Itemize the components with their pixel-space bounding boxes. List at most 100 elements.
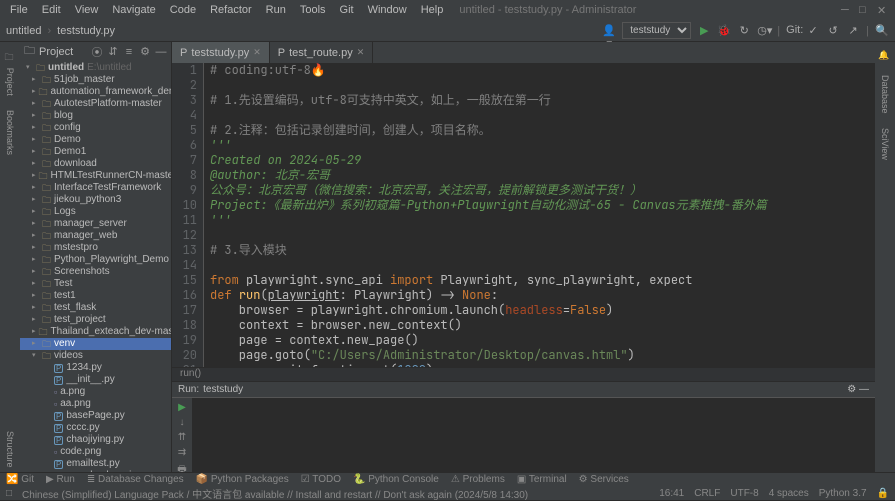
status-lock-icon[interactable]: 🔒 — [877, 488, 889, 499]
tree-item[interactable]: ▸🗀config — [20, 122, 171, 134]
expand-all-icon[interactable]: ⇵ — [107, 45, 119, 58]
tree-item[interactable]: ▸🗀automation_framework_demo — [20, 86, 171, 98]
menu-git[interactable]: Git — [334, 2, 360, 18]
status-python[interactable]: Python 3.7 — [819, 488, 867, 499]
tree-item[interactable]: ▸🗀mstestpro — [20, 242, 171, 254]
tool-structure-tab[interactable]: Structure — [5, 427, 15, 472]
close-icon[interactable]: ✕ — [357, 47, 365, 58]
stop-icon[interactable]: ↓ — [175, 417, 189, 428]
tree-item[interactable]: ▸🗀test1 — [20, 290, 171, 302]
tree-item[interactable]: ▸🗀Test — [20, 278, 171, 290]
tree-item[interactable]: ▸🗀test_project — [20, 314, 171, 326]
tree-item[interactable]: ▸🗀Demo — [20, 134, 171, 146]
git-update-icon[interactable]: ✓ — [806, 24, 820, 38]
tree-file[interactable]: P cccc.py — [20, 422, 171, 434]
collapse-all-icon[interactable]: ≡ — [123, 46, 135, 58]
window-maximize[interactable]: □ — [859, 4, 871, 16]
bottom-problems[interactable]: ⚠ Problems — [451, 474, 505, 485]
git-commit-icon[interactable]: ↺ — [826, 24, 840, 38]
menu-navigate[interactable]: Navigate — [106, 2, 161, 18]
breadcrumb-project[interactable]: untitled — [6, 25, 41, 37]
tree-item[interactable]: ▸🗀Demo1 — [20, 146, 171, 158]
tree-file[interactable]: P __init__.py — [20, 374, 171, 386]
tree-item[interactable]: ▸🗀jiekou_python3 — [20, 194, 171, 206]
tree-root[interactable]: ▾🗀untitled E:\untitled — [20, 62, 171, 74]
bottom-terminal[interactable]: ▣ Terminal — [517, 474, 567, 485]
tree-item[interactable]: ▸🗀AutotestPlatform-master — [20, 98, 171, 110]
tree-item[interactable]: ▸🗀HTMLTestRunnerCN-master — [20, 170, 171, 182]
menu-window[interactable]: Window — [362, 2, 413, 18]
menu-run[interactable]: Run — [260, 2, 292, 18]
profile-icon[interactable]: ◷▾ — [757, 24, 771, 38]
window-close[interactable]: ✕ — [877, 4, 889, 16]
run-panel-gear-icon[interactable]: ⚙ — — [847, 384, 869, 395]
menu-edit[interactable]: Edit — [36, 2, 67, 18]
run-panel-config[interactable]: teststudy — [203, 384, 243, 395]
tree-item[interactable]: ▸🗀download — [20, 158, 171, 170]
menu-view[interactable]: View — [69, 2, 105, 18]
tree-item[interactable]: ▸🗀51job_master — [20, 74, 171, 86]
sciview-tab[interactable]: SciView — [880, 124, 890, 164]
editor-gutter[interactable]: 12345678910111213141516171819202122 — [172, 63, 204, 367]
run-icon[interactable]: ▶ — [697, 24, 711, 38]
git-push-icon[interactable]: ↗ — [846, 24, 860, 38]
tree-item[interactable]: ▸🗀Logs — [20, 206, 171, 218]
editor-tab[interactable]: Pteststudy.py✕ — [172, 42, 270, 63]
status-line-sep[interactable]: CRLF — [694, 488, 720, 499]
project-tree[interactable]: ▾🗀untitled E:\untitled▸🗀51job_master▸🗀au… — [20, 61, 171, 472]
breadcrumb-file[interactable]: teststudy.py — [57, 25, 115, 37]
close-icon[interactable]: ✕ — [253, 47, 261, 58]
toggle-soft-wrap-icon[interactable]: ⇈ — [175, 432, 189, 443]
status-branch-icon[interactable]: □ — [6, 488, 12, 499]
tree-file[interactable]: P chaojiying.py — [20, 434, 171, 446]
run-output[interactable] — [192, 398, 875, 472]
tree-file[interactable]: P emailtest.py — [20, 458, 171, 470]
debug-icon[interactable]: 🐞 — [717, 24, 731, 38]
tree-item[interactable]: ▸🗀Screenshots — [20, 266, 171, 278]
bottom-git[interactable]: 🔀 Git — [6, 474, 34, 485]
menu-tools[interactable]: Tools — [294, 2, 332, 18]
database-tab[interactable]: Database — [880, 71, 890, 118]
status-message[interactable]: Chinese (Simplified) Language Pack / 中文语… — [22, 486, 528, 501]
menu-file[interactable]: File — [4, 2, 34, 18]
status-indent[interactable]: 4 spaces — [769, 488, 809, 499]
tool-project-tab[interactable]: 🗀 Project — [2, 46, 18, 100]
bottom-todo[interactable]: ☑ TODO — [301, 474, 341, 485]
tree-item[interactable]: ▸🗀manager_web — [20, 230, 171, 242]
notifications-tab[interactable]: 🔔 — [880, 46, 890, 65]
tree-item[interactable]: ▸🗀test_flask — [20, 302, 171, 314]
search-icon[interactable]: 🔍 — [875, 24, 889, 38]
window-minimize[interactable]: ─ — [841, 4, 853, 16]
tree-file[interactable]: P basePage.py — [20, 410, 171, 422]
tree-item[interactable]: ▸🗀InterfaceTestFramework — [20, 182, 171, 194]
tree-file[interactable]: ▫ a.png — [20, 386, 171, 398]
status-caret-pos[interactable]: 16:41 — [659, 488, 684, 499]
bottom-packages[interactable]: 📦 Python Packages — [196, 474, 289, 485]
editor-source[interactable]: # coding:utf-8🔥# 1.先设置编码，utf-8可支持中英文，如上，… — [204, 63, 875, 367]
tree-item[interactable]: ▸🗀manager_server — [20, 218, 171, 230]
menu-refactor[interactable]: Refactor — [204, 2, 258, 18]
tree-file[interactable]: P 1234.py — [20, 362, 171, 374]
user-dropdown[interactable]: 👤 ▾ — [602, 24, 616, 38]
tree-item[interactable]: ▾🗀videos — [20, 350, 171, 362]
tree-item[interactable]: ▸🗀venv — [20, 338, 171, 350]
bottom-pyconsole[interactable]: 🐍 Python Console — [353, 474, 439, 485]
tree-item[interactable]: ▸🗀blog — [20, 110, 171, 122]
editor-breadcrumb[interactable]: run() — [172, 367, 875, 381]
rerun-icon[interactable]: ▶ — [175, 402, 189, 413]
scroll-to-end-icon[interactable]: ⇉ — [175, 447, 189, 458]
bottom-run[interactable]: ▶ Run — [46, 474, 75, 485]
hide-icon[interactable]: — — [155, 46, 167, 58]
tree-file[interactable]: ▫ code.png — [20, 446, 171, 458]
tree-item[interactable]: ▸🗀Thailand_exteach_dev-master — [20, 326, 171, 338]
bottom-database-changes[interactable]: ≣ Database Changes — [87, 474, 184, 485]
bottom-services[interactable]: ⚙ Services — [579, 474, 629, 485]
menu-code[interactable]: Code — [164, 2, 202, 18]
editor-tab[interactable]: Ptest_route.py✕ — [270, 42, 373, 63]
status-encoding[interactable]: UTF-8 — [730, 488, 758, 499]
tool-bookmarks-tab[interactable]: Bookmarks — [5, 106, 15, 159]
tree-file[interactable]: ▫ aa.png — [20, 398, 171, 410]
gear-icon[interactable]: ⚙ — [139, 45, 151, 58]
run-config-selector[interactable]: teststudy — [622, 22, 691, 39]
menu-help[interactable]: Help — [415, 2, 450, 18]
